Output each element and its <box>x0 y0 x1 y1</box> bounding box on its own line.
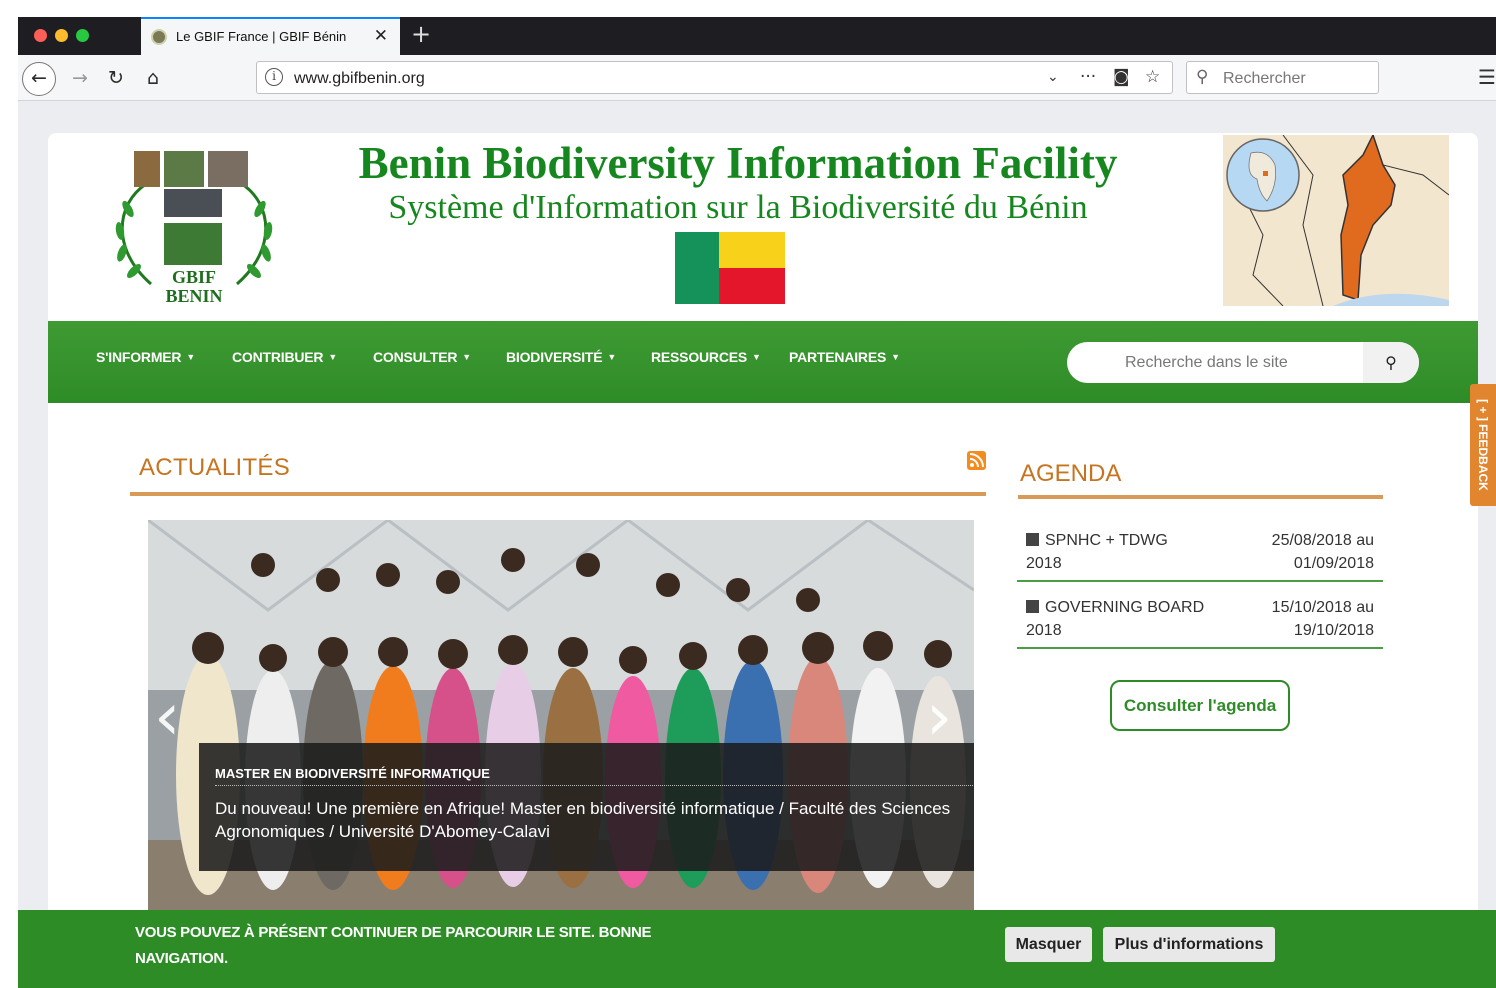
nav-item-partenaires[interactable]: PARTENAIRES ▼ <box>789 349 900 365</box>
calendar-icon <box>1026 533 1039 546</box>
tab-title: Le GBIF France | GBIF Bénin <box>176 29 347 44</box>
site-search: Recherche dans le site ⚲ <box>1067 342 1419 383</box>
agenda-item-date: 15/10/2018 au 19/10/2018 <box>1271 599 1374 639</box>
flag-green-band <box>675 232 719 304</box>
logo-text-gbif: GBIF <box>172 267 216 287</box>
favicon-icon <box>151 29 167 45</box>
browser-window: Le GBIF France | GBIF Bénin ✕ + ← → ↻ ⌂ … <box>18 17 1496 988</box>
caret-down-icon: ▼ <box>891 352 900 362</box>
nav-item-label: BIODIVERSITÉ <box>506 349 603 365</box>
agenda-item[interactable]: GOVERNING BOARD 2018 15/10/2018 au 19/10… <box>1017 582 1383 649</box>
caret-down-icon: ▼ <box>328 352 338 362</box>
search-icon: ⚲ <box>1196 67 1209 87</box>
consult-agenda-button[interactable]: Consulter l'agenda <box>1110 680 1290 731</box>
nav-item-consulter[interactable]: CONSULTER ▼ <box>373 349 471 365</box>
agenda-heading: AGENDA <box>1020 460 1122 487</box>
agenda-item-name[interactable]: GOVERNING BOARD 2018 <box>1026 599 1204 639</box>
cookie-message: VOUS POUVEZ À PRÉSENT CONTINUER DE PARCO… <box>135 924 652 967</box>
nav-item-label: PARTENAIRES <box>789 349 887 365</box>
caret-down-icon: ▼ <box>752 352 761 362</box>
page: GBIF BENIN Benin Biodiversity Informatio… <box>48 133 1478 988</box>
nav-item-ressources[interactable]: RESSOURCES ▼ <box>651 349 761 365</box>
news-slider[interactable]: ‹ › MASTER EN BIODIVERSITÉ INFORMATIQUE … <box>148 520 974 920</box>
back-icon[interactable]: ← <box>22 62 56 96</box>
news-divider <box>130 492 986 496</box>
reload-icon[interactable]: ↻ <box>104 64 128 92</box>
search-icon[interactable]: ⚲ <box>1363 342 1419 383</box>
nav-item-biodiversite[interactable]: BIODIVERSITÉ ▼ <box>506 349 616 365</box>
more-icon[interactable]: ··· <box>1080 67 1096 87</box>
slide-caption[interactable]: MASTER EN BIODIVERSITÉ INFORMATIQUE Du n… <box>199 743 974 871</box>
logo-text-benin: BENIN <box>165 286 222 306</box>
nav-item-label: CONTRIBUER <box>232 349 324 365</box>
menu-icon[interactable]: ☰ <box>1478 65 1496 89</box>
site-subtitle: Système d'Information sur la Biodiversit… <box>388 189 1088 226</box>
calendar-icon <box>1026 600 1039 613</box>
url-text[interactable]: www.gbifbenin.org <box>294 70 425 88</box>
cookie-banner: VOUS POUVEZ À PRÉSENT CONTINUER DE PARCO… <box>18 910 1496 988</box>
new-tab-icon[interactable]: + <box>411 20 431 48</box>
slide-text: Du nouveau! Une première en Afrique! Mas… <box>215 799 951 841</box>
nav-item-contribuer[interactable]: CONTRIBUER ▼ <box>232 349 337 365</box>
agenda-item-date: 25/08/2018 au 01/09/2018 <box>1271 532 1374 572</box>
nav-item-label: CONSULTER <box>373 349 458 365</box>
minimize-window-button[interactable] <box>55 29 68 42</box>
agenda-item-name[interactable]: SPNHC + TDWG 2018 <box>1026 532 1168 572</box>
dropdown-icon[interactable]: ⌄ <box>1047 69 1059 85</box>
main-nav: S'INFORMER ▼ CONTRIBUER ▼ CONSULTER ▼ BIODI… <box>48 321 1478 403</box>
slider-prev-icon[interactable]: ‹ <box>154 678 180 755</box>
news-heading: ACTUALITÉS <box>139 454 291 481</box>
agenda-item[interactable]: SPNHC + TDWG 2018 25/08/2018 au 01/09/20… <box>1017 515 1383 582</box>
home-icon[interactable]: ⌂ <box>141 64 165 92</box>
slide-title[interactable]: MASTER EN BIODIVERSITÉ INFORMATIQUE <box>215 766 974 786</box>
benin-flag <box>675 232 785 304</box>
nav-item-sinformer[interactable]: S'INFORMER ▼ <box>96 349 195 365</box>
more-info-button[interactable]: Plus d'informations <box>1103 927 1275 962</box>
hide-button[interactable]: Masquer <box>1005 927 1092 962</box>
site-title: Benin Biodiversity Information Facility <box>358 138 1118 188</box>
gbif-benin-logo[interactable]: GBIF BENIN <box>106 149 282 307</box>
flag-yellow-band <box>719 232 785 268</box>
nav-item-label: RESSOURCES <box>651 349 748 365</box>
nav-item-label: S'INFORMER <box>96 349 182 365</box>
web-content: GBIF BENIN Benin Biodiversity Informatio… <box>18 102 1496 988</box>
feedback-label: [ + ] FEEDBACK <box>1476 399 1490 491</box>
browser-search-placeholder: Rechercher <box>1223 70 1306 87</box>
browser-search-bar[interactable]: ⚲ Rechercher <box>1186 61 1379 94</box>
benin-location-map <box>1223 133 1450 307</box>
caret-down-icon: ▼ <box>607 352 617 362</box>
tab-close-icon[interactable]: ✕ <box>374 26 388 46</box>
site-search-input[interactable]: Recherche dans le site <box>1125 354 1288 372</box>
forward-icon[interactable]: → <box>68 64 92 92</box>
bookmark-star-icon[interactable]: ☆ <box>1145 67 1160 87</box>
flag-red-band <box>719 268 785 304</box>
rss-icon[interactable] <box>967 451 986 470</box>
info-icon[interactable]: i <box>265 68 283 86</box>
zoom-window-button[interactable] <box>76 29 89 42</box>
nav-toolbar: ← → ↻ ⌂ i www.gbifbenin.org ⌄ ··· ◙ ☆ ⚲ … <box>18 55 1496 101</box>
close-window-button[interactable] <box>34 29 47 42</box>
tab-bar: Le GBIF France | GBIF Bénin ✕ + <box>18 17 1496 55</box>
agenda-divider <box>1018 495 1383 499</box>
feedback-tab[interactable]: [ + ] FEEDBACK <box>1470 384 1496 506</box>
pocket-icon[interactable]: ◙ <box>1113 67 1130 87</box>
url-bar[interactable]: i www.gbifbenin.org ⌄ ··· ◙ ☆ <box>256 61 1173 94</box>
caret-down-icon: ▼ <box>186 352 196 362</box>
browser-tab[interactable]: Le GBIF France | GBIF Bénin ✕ <box>141 17 400 55</box>
caret-down-icon: ▼ <box>462 352 471 362</box>
